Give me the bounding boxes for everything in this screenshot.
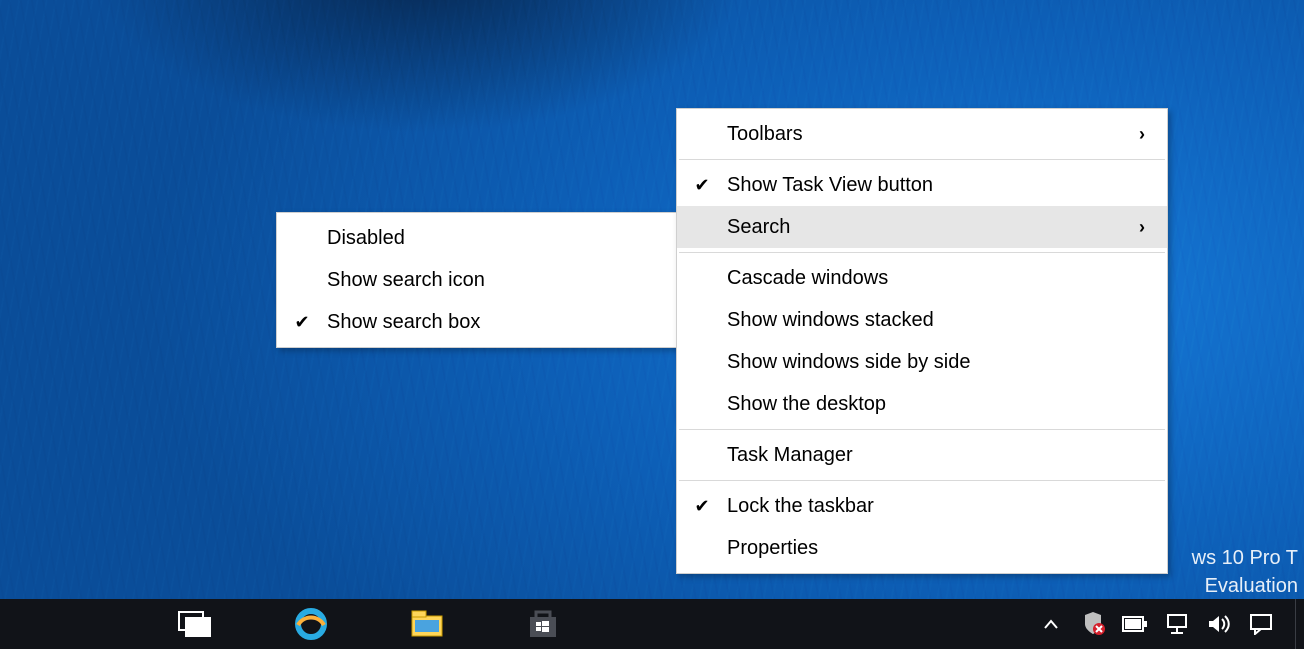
menu-label: Show the desktop [727,393,1145,416]
tray-overflow-icon[interactable] [1037,604,1065,644]
menu-label: Search [727,216,1115,239]
desktop-background[interactable]: ws 10 Pro T Evaluation Disabled Show sea… [0,0,1304,649]
menu-item-toolbars[interactable]: Toolbars › [677,113,1167,155]
search-option-disabled[interactable]: Disabled [277,217,679,259]
menu-label: Properties [727,537,1145,560]
menu-item-show-desktop[interactable]: Show the desktop [677,383,1167,425]
action-center-icon[interactable] [1247,604,1275,644]
network-icon[interactable] [1163,604,1191,644]
submenu-arrow-icon: › [1115,217,1145,238]
menu-item-show-side-by-side[interactable]: Show windows side by side [677,341,1167,383]
taskbar-context-menu: Toolbars › Show Task View button Search … [676,108,1168,574]
menu-item-task-manager[interactable]: Task Manager [677,434,1167,476]
menu-separator [679,159,1165,160]
menu-item-search[interactable]: Search › [677,206,1167,248]
volume-icon[interactable] [1205,604,1233,644]
watermark-line2: Evaluation [1205,575,1298,597]
menu-separator [679,252,1165,253]
check-icon [277,312,327,333]
menu-label: Show Task View button [727,174,1145,197]
check-icon [677,175,727,196]
task-view-icon[interactable] [170,604,220,644]
menu-item-cascade-windows[interactable]: Cascade windows [677,257,1167,299]
security-alert-icon[interactable] [1079,604,1107,644]
internet-explorer-icon[interactable] [286,604,336,644]
menu-label: Show search box [327,311,657,334]
menu-label: Cascade windows [727,267,1145,290]
taskbar[interactable] [0,599,1304,649]
search-option-show-icon[interactable]: Show search icon [277,259,679,301]
taskbar-pinned-apps [0,599,568,649]
menu-label: Task Manager [727,444,1145,467]
menu-item-show-stacked[interactable]: Show windows stacked [677,299,1167,341]
menu-label: Show windows stacked [727,309,1145,332]
menu-label: Disabled [327,227,657,250]
search-option-show-box[interactable]: Show search box [277,301,679,343]
battery-icon[interactable] [1121,604,1149,644]
search-submenu: Disabled Show search icon Show search bo… [276,212,680,348]
menu-item-properties[interactable]: Properties [677,527,1167,569]
windows-store-icon[interactable] [518,604,568,644]
menu-separator [679,480,1165,481]
menu-label: Show search icon [327,269,657,292]
menu-item-show-task-view[interactable]: Show Task View button [677,164,1167,206]
file-explorer-icon[interactable] [402,604,452,644]
submenu-arrow-icon: › [1115,124,1145,145]
menu-label: Toolbars [727,123,1115,146]
menu-label: Show windows side by side [727,351,1145,374]
show-desktop-button[interactable] [1295,599,1304,649]
windows-watermark: ws 10 Pro T Evaluation [1192,544,1298,600]
watermark-line1: ws 10 Pro T [1192,547,1298,569]
menu-separator [679,429,1165,430]
menu-item-lock-taskbar[interactable]: Lock the taskbar [677,485,1167,527]
menu-label: Lock the taskbar [727,495,1145,518]
system-tray [1037,599,1304,649]
check-icon [677,496,727,517]
